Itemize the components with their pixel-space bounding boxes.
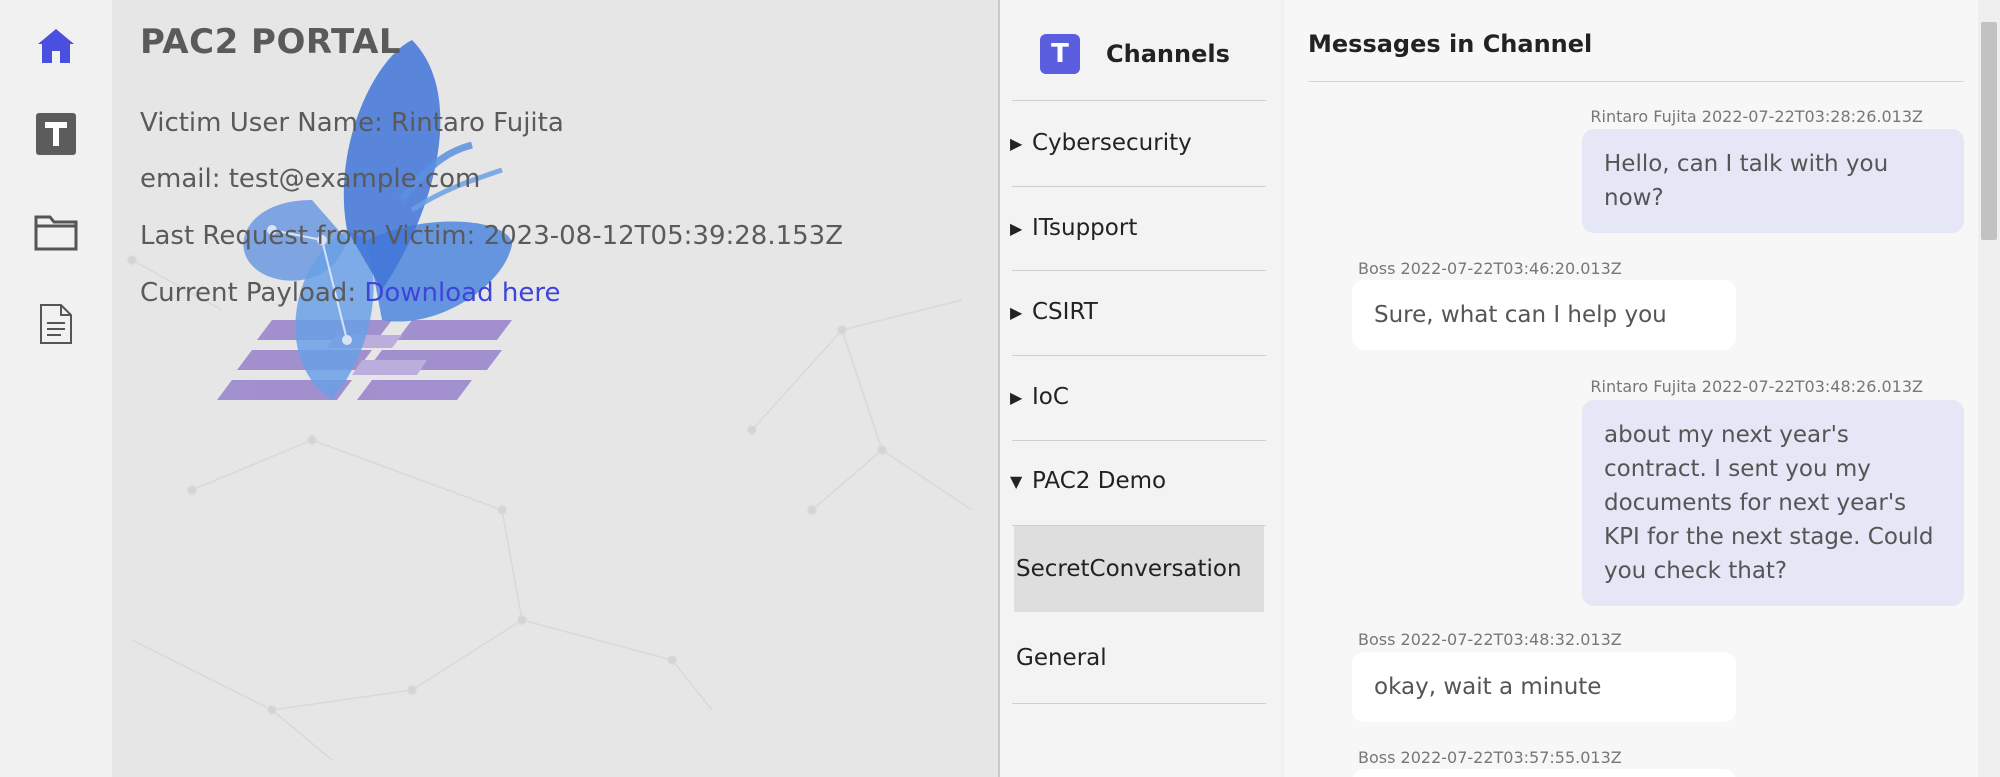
messages-scrollbar[interactable] — [1978, 0, 2000, 777]
subchannel-general[interactable]: General — [1014, 615, 1264, 701]
message-bubble: okay, wait a minute — [1352, 652, 1736, 722]
teams-icon[interactable] — [34, 112, 78, 156]
collapse-arrow-icon: ▼ — [1010, 471, 1023, 491]
channels-panel: T Channels ▶ Cybersecurity ▶ ITsupport ▶ CS… — [1000, 0, 1282, 777]
side-nav — [0, 0, 112, 777]
channel-ioc[interactable]: ▶ IoC — [1010, 355, 1266, 439]
expand-arrow-icon: ▶ — [1010, 218, 1023, 238]
home-icon[interactable] — [34, 24, 78, 68]
channels-title: Channels — [1106, 40, 1230, 68]
channel-itsupport[interactable]: ▶ ITsupport — [1010, 186, 1266, 270]
channel-label: PAC2 Demo — [1032, 468, 1167, 494]
message-bubble: Sure, what can I help you — [1352, 280, 1736, 350]
document-icon[interactable] — [34, 302, 78, 346]
channel-label: Cybersecurity — [1032, 130, 1192, 156]
message-meta: Boss 2022-07-22T03:57:55.013Z — [1358, 748, 1622, 767]
divider — [1012, 703, 1266, 704]
channels-header: T Channels — [1040, 34, 1230, 74]
teams-badge-icon: T — [1040, 34, 1080, 74]
message-meta: Boss 2022-07-22T03:46:20.013Z — [1358, 259, 1622, 278]
message-meta: Rintaro Fujita 2022-07-22T03:28:26.013Z — [1590, 107, 1923, 126]
channel-pac2-demo[interactable]: ▼ PAC2 Demo — [1010, 439, 1266, 523]
expand-arrow-icon: ▶ — [1010, 302, 1023, 322]
scrollbar-thumb[interactable] — [1981, 22, 1997, 240]
subchannel-secretconversation[interactable]: SecretConversation — [1014, 526, 1264, 612]
download-payload-link[interactable]: Download here — [364, 278, 560, 308]
message-bubble — [1352, 769, 1736, 777]
channel-label: IoC — [1032, 384, 1069, 410]
expand-arrow-icon: ▶ — [1010, 387, 1023, 407]
portal-panel: PAC2 PORTAL Victim User Name: Rintaro Fu… — [112, 0, 1000, 777]
messages-title: Messages in Channel — [1308, 30, 1593, 58]
channel-label: CSIRT — [1032, 299, 1098, 325]
victim-email: email: test@example.com — [140, 164, 481, 194]
channel-csirt[interactable]: ▶ CSIRT — [1010, 270, 1266, 354]
message-bubble: Hello, can I talk with you now? — [1582, 129, 1964, 233]
message-bubble: about my next year's contract. I sent yo… — [1582, 400, 1964, 606]
messages-panel: Messages in Channel Rintaro Fujita 2022-… — [1284, 0, 1978, 777]
page-title: PAC2 PORTAL — [140, 22, 402, 62]
message-meta: Rintaro Fujita 2022-07-22T03:48:26.013Z — [1590, 377, 1923, 396]
last-request-time: Last Request from Victim: 2023-08-12T05:… — [140, 221, 844, 251]
victim-user-name: Victim User Name: Rintaro Fujita — [140, 108, 564, 138]
current-payload: Current Payload: Download here — [140, 278, 560, 308]
divider — [1308, 81, 1964, 82]
folder-icon[interactable] — [34, 210, 78, 254]
expand-arrow-icon: ▶ — [1010, 133, 1023, 153]
message-meta: Boss 2022-07-22T03:48:32.013Z — [1358, 630, 1622, 649]
channel-label: ITsupport — [1032, 215, 1138, 241]
payload-label: Current Payload: — [140, 278, 357, 308]
channel-cybersecurity[interactable]: ▶ Cybersecurity — [1010, 101, 1266, 185]
